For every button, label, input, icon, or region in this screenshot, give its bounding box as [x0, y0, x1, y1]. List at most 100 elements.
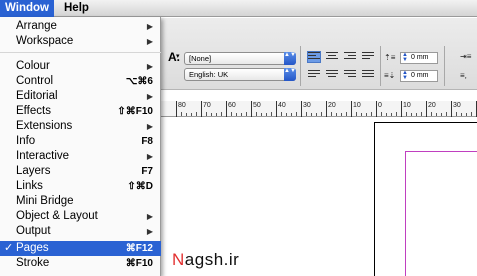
space-after-field[interactable]: ▲ ▼ 0 mm	[400, 70, 438, 82]
menu-item-workspace[interactable]: Workspace ▶	[0, 34, 161, 49]
space-before-field[interactable]: ▲ ▼ 0 mm	[400, 52, 438, 64]
menu-item-layers[interactable]: Layers F7	[0, 164, 161, 179]
submenu-arrow-icon: ▶	[146, 92, 153, 101]
ruler-minor-tick	[316, 113, 317, 116]
character-style-dropdown-icon[interactable]: ▾	[176, 52, 180, 60]
menu-item-extensions[interactable]: Extensions ▶	[0, 119, 161, 134]
ruler-minor-tick	[471, 112, 472, 116]
ruler-label: 60	[228, 102, 236, 109]
menu-item-label: Interactive	[16, 150, 70, 162]
ruler-label: 20	[328, 102, 336, 109]
submenu-arrow-icon: ▶	[146, 37, 153, 46]
ruler-major-tick	[226, 101, 227, 117]
submenu-arrow-icon: ▶	[146, 22, 153, 31]
menu-item-label: Arrange	[16, 20, 57, 32]
menu-item-effects[interactable]: Effects ⇧⌘F10	[0, 104, 161, 119]
align-right-icon[interactable]	[344, 52, 356, 62]
ruler-minor-tick	[441, 113, 442, 116]
align-center-icon[interactable]	[326, 52, 338, 62]
ruler-minor-tick	[411, 113, 412, 116]
menu-item-shortcut: ⇧⌘D	[127, 181, 153, 192]
ruler-major-tick	[176, 101, 177, 117]
menu-item-shortcut: ⌘F10	[125, 258, 153, 269]
justify-center-icon[interactable]	[326, 70, 338, 80]
menu-item-control[interactable]: Control ⌥⌘6	[0, 74, 161, 89]
menu-item-shortcut: ⌘F12	[125, 243, 153, 254]
justify-all-icon[interactable]	[362, 70, 374, 80]
ruler-minor-tick	[216, 113, 217, 116]
menu-item-shortcut: ⇧⌘F10	[117, 106, 153, 117]
menu-item-stroke[interactable]: Stroke ⌘F10	[0, 256, 161, 271]
menu-item-label: Pages	[16, 242, 49, 254]
menu-item-label: Effects	[16, 105, 51, 117]
menu-item-output[interactable]: Output ▶	[0, 224, 161, 239]
horizontal-ruler[interactable]: 807060504030201001020304	[160, 101, 477, 117]
language-value: English: UK	[189, 70, 229, 79]
menu-item-mini-bridge[interactable]: Mini Bridge	[0, 194, 161, 209]
ruler-minor-tick	[331, 112, 332, 116]
menu-item-editorial[interactable]: Editorial ▶	[0, 89, 161, 104]
ruler-major-tick	[376, 101, 377, 117]
ruler-minor-tick	[391, 113, 392, 116]
ruler-minor-tick	[211, 113, 212, 116]
menu-item-label: Workspace	[16, 35, 74, 47]
ruler-label: 10	[353, 102, 361, 109]
menu-item-links[interactable]: Links ⇧⌘D	[0, 179, 161, 194]
control-panel: A. ▾ [None] ▲▼ English: UK ▲▼ ⇡≡ ▲ ▼ 0 mm…	[160, 18, 477, 90]
align-towards-spine-icon[interactable]	[362, 52, 374, 62]
ruler-minor-tick	[341, 113, 342, 116]
submenu-arrow-icon: ▶	[146, 227, 153, 236]
ruler-minor-tick	[246, 112, 247, 116]
ruler-minor-tick	[236, 113, 237, 116]
menu-item-interactive[interactable]: Interactive ▶	[0, 149, 161, 164]
ruler-minor-tick	[241, 113, 242, 116]
menu-item-label: Colour	[16, 60, 50, 72]
ruler-major-tick	[401, 101, 402, 117]
ruler-label: 70	[203, 102, 211, 109]
select-stepper-icon: ▲▼	[284, 68, 296, 81]
watermark-rest: agsh.ir	[184, 250, 240, 269]
menu-item-label: Links	[16, 180, 43, 192]
character-style-select[interactable]: [None] ▲▼	[184, 52, 296, 65]
menu-item-label: Stroke	[16, 257, 50, 269]
ruler-label: 50	[253, 102, 261, 109]
ruler-label: 20	[428, 102, 436, 109]
margin-guide	[405, 151, 477, 276]
align-left-icon[interactable]	[307, 51, 321, 63]
submenu-arrow-icon: ▶	[146, 152, 153, 161]
menu-item-object-layout[interactable]: Object & Layout ▶	[0, 209, 161, 224]
menu-item-shortcut: F8	[141, 136, 153, 147]
ruler-minor-tick	[286, 113, 287, 116]
ruler-minor-tick	[421, 112, 422, 116]
justify-left-icon[interactable]	[308, 70, 320, 80]
ruler-minor-tick	[191, 113, 192, 116]
ruler-major-tick	[426, 101, 427, 117]
indent-icon[interactable]: ≡,	[460, 71, 467, 80]
menu-window[interactable]: Window	[0, 0, 54, 17]
spinner-icon[interactable]: ▲ ▼	[402, 70, 408, 81]
ruler-minor-tick	[361, 113, 362, 116]
menu-item-pages[interactable]: ✓ Pages ⌘F12	[0, 241, 161, 256]
ruler-label: 30	[303, 102, 311, 109]
ruler-major-tick	[301, 101, 302, 117]
menu-item-info[interactable]: Info F8	[0, 134, 161, 149]
ruler-minor-tick	[346, 112, 347, 116]
ruler-label: 80	[178, 102, 186, 109]
menu-item-label: Editorial	[16, 90, 58, 102]
menu-help[interactable]: Help	[59, 0, 94, 17]
submenu-arrow-icon: ▶	[146, 122, 153, 131]
justify-right-icon[interactable]	[344, 70, 356, 80]
ruler-major-tick	[251, 101, 252, 117]
ruler-minor-tick	[221, 112, 222, 116]
ruler-minor-tick	[256, 112, 257, 116]
ruler-minor-tick	[371, 112, 372, 116]
spinner-icon[interactable]: ▲ ▼	[402, 52, 408, 63]
drop-cap-icon[interactable]: ⇥≡	[460, 52, 471, 61]
ruler-minor-tick	[206, 112, 207, 116]
window-menu: Arrange ▶ Workspace ▶ Colour ▶ Control ⌥⌘6 Edito…	[0, 17, 161, 276]
menu-item-label: Layers	[16, 165, 51, 177]
ruler-major-tick	[451, 101, 452, 117]
language-select[interactable]: English: UK ▲▼	[184, 68, 296, 81]
menu-item-colour[interactable]: Colour ▶	[0, 59, 161, 74]
menu-item-arrange[interactable]: Arrange ▶	[0, 19, 161, 34]
